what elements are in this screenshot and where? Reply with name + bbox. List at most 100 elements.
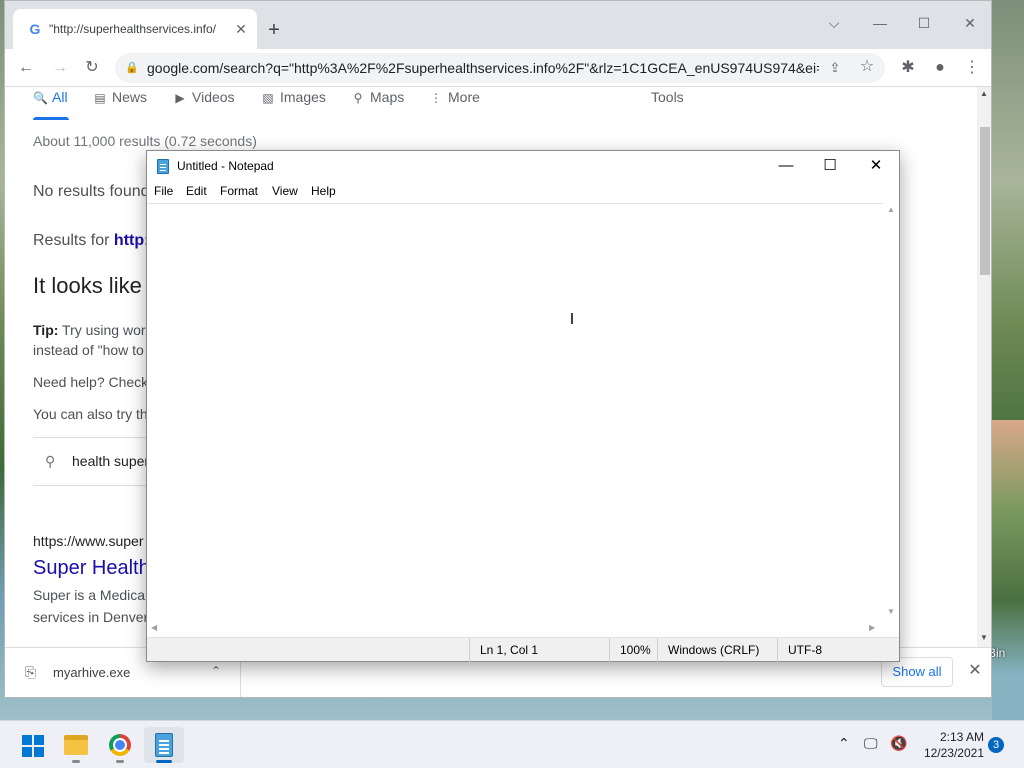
tab-close-icon[interactable]: ✕ — [231, 19, 251, 39]
tab-search-icon[interactable]: ⌵ — [819, 11, 849, 35]
lock-icon[interactable]: 🔒 — [125, 60, 139, 76]
chevron-up-icon[interactable]: ⌃ — [838, 735, 850, 752]
clock-date: 12/23/2021 — [923, 746, 984, 760]
results-for-link[interactable]: http: — [114, 232, 150, 249]
share-icon[interactable]: ⇪ — [825, 58, 845, 78]
browser-toolbar: ← → ↻ 🔒 google.com/search?q="http%3A%2F%… — [5, 49, 991, 87]
notepad-minimize-button[interactable]: — — [763, 153, 809, 179]
google-favicon-icon: G — [29, 21, 41, 37]
scroll-thumb[interactable] — [980, 127, 990, 275]
start-button[interactable] — [12, 727, 52, 763]
notepad-maximize-button[interactable]: ☐ — [807, 153, 853, 179]
scroll-left-arrow-icon[interactable]: ◀ — [151, 623, 157, 632]
scroll-up-arrow-icon[interactable]: ▲ — [887, 205, 895, 214]
tab-strip: G "http://superhealthservices.info/ ✕ + … — [5, 1, 991, 49]
no-results-text: No results found — [33, 183, 150, 200]
notepad-icon — [155, 733, 173, 757]
tools-button[interactable]: Tools — [651, 89, 684, 105]
tab-videos-label: Videos — [192, 89, 235, 105]
download-file-name: myarhive.exe — [53, 665, 131, 680]
taskbar-file-explorer[interactable] — [56, 727, 96, 763]
tab-all-label: All — [52, 89, 68, 105]
forward-button[interactable]: → — [47, 56, 73, 80]
results-for-line: Results for http: — [33, 232, 149, 250]
tab-more-label: More — [448, 89, 480, 105]
back-button[interactable]: ← — [13, 56, 39, 80]
notification-badge[interactable]: 3 — [988, 737, 1004, 753]
tip-label: Tip: — [33, 322, 59, 338]
menu-help[interactable]: Help — [311, 184, 336, 198]
close-download-shelf-icon[interactable]: ✕ — [965, 661, 985, 681]
video-icon: ▶ — [175, 91, 185, 105]
tip-text: Try using word — [58, 322, 154, 338]
wallpaper-landscape — [992, 420, 1024, 720]
profile-avatar-icon[interactable]: ● — [927, 56, 953, 80]
it-looks-like-heading: It looks like — [33, 273, 142, 298]
menu-format[interactable]: Format — [220, 184, 258, 198]
running-indicator — [156, 760, 172, 763]
browser-tab[interactable]: G "http://superhealthservices.info/ ✕ — [13, 9, 257, 49]
notepad-horizontal-scrollbar[interactable]: ◀ ▶ — [147, 621, 883, 637]
results-for-prefix: Results for — [33, 232, 114, 249]
new-tab-button[interactable]: + — [263, 19, 285, 41]
clock-time: 2:13 AM — [939, 730, 984, 744]
more-icon: ⋮ — [430, 91, 442, 105]
scroll-down-arrow-icon[interactable]: ▼ — [887, 607, 895, 616]
extensions-icon[interactable]: ✱ — [895, 56, 921, 80]
tab-news[interactable]: ▤ News — [93, 89, 147, 115]
tab-images-label: Images — [280, 89, 326, 105]
map-pin-icon: ⚲ — [353, 91, 363, 105]
taskbar-notepad[interactable] — [144, 727, 184, 763]
menu-file[interactable]: File — [154, 184, 173, 198]
result-stats: About 11,000 results (0.72 seconds) — [33, 133, 257, 149]
menu-edit[interactable]: Edit — [186, 184, 207, 198]
notepad-menubar: File Edit Format View Help — [147, 181, 899, 203]
also-try-text: You can also try th — [33, 406, 148, 422]
address-bar[interactable]: 🔒 google.com/search?q="http%3A%2F%2Fsupe… — [115, 53, 885, 83]
network-icon[interactable]: 🖵 — [864, 735, 878, 752]
scroll-right-arrow-icon[interactable]: ▶ — [869, 623, 875, 632]
zoom-level: 100% — [609, 638, 659, 662]
tab-more[interactable]: ⋮ More — [429, 89, 480, 115]
page-scrollbar[interactable]: ▲ ▼ — [977, 87, 991, 647]
result-snippet: services in Denver — [33, 609, 149, 625]
notepad-text-area[interactable] — [147, 203, 883, 621]
chevron-up-icon[interactable]: ⌃ — [211, 664, 221, 678]
minimize-button[interactable]: — — [865, 11, 895, 35]
tab-images[interactable]: ▧ Images — [261, 89, 326, 115]
scroll-down-arrow-icon[interactable]: ▼ — [980, 633, 988, 642]
scroll-up-arrow-icon[interactable]: ▲ — [980, 89, 988, 98]
text-cursor-ibeam-icon: I — [569, 311, 575, 328]
tab-title: "http://superhealthservices.info/ — [49, 22, 217, 36]
chrome-menu-icon[interactable]: ⋮ — [959, 56, 985, 80]
image-icon: ▧ — [262, 91, 274, 105]
chrome-icon — [109, 734, 131, 756]
reload-button[interactable]: ↻ — [79, 56, 105, 80]
folder-icon — [64, 735, 88, 755]
search-icon: ⚲ — [45, 453, 56, 469]
tip-line: Tip: Try using word — [33, 322, 153, 338]
notepad-titlebar[interactable]: Untitled - Notepad — ☐ ✕ — [147, 151, 899, 181]
result-title-link[interactable]: Super Health — [33, 557, 150, 580]
taskbar-chrome[interactable] — [100, 727, 140, 763]
menu-view[interactable]: View — [272, 184, 298, 198]
maximize-button[interactable]: ☐ — [909, 11, 939, 35]
notepad-close-button[interactable]: ✕ — [853, 153, 899, 179]
tab-news-label: News — [112, 89, 148, 105]
tab-all[interactable]: 🔍 All — [33, 89, 68, 115]
result-url[interactable]: https://www.super — [33, 533, 144, 549]
line-endings: Windows (CRLF) — [657, 638, 777, 662]
tab-videos[interactable]: ▶ Videos — [173, 89, 235, 115]
suggestion-text: health super — [72, 453, 150, 469]
windows-start-icon — [22, 735, 44, 757]
taskbar-clock[interactable]: 2:13 AM 12/23/2021 — [914, 729, 984, 761]
notepad-vertical-scrollbar[interactable]: ▲ ▼ — [883, 203, 899, 621]
notepad-title: Untitled - Notepad — [177, 159, 274, 173]
bookmark-star-icon[interactable]: ☆ — [857, 57, 877, 77]
url-text[interactable]: google.com/search?q="http%3A%2F%2Fsuperh… — [147, 60, 819, 76]
close-window-button[interactable]: ✕ — [955, 11, 985, 35]
tab-maps-label: Maps — [370, 89, 405, 105]
volume-muted-icon[interactable]: 🔇 — [890, 735, 907, 752]
tab-maps[interactable]: ⚲ Maps — [351, 89, 405, 115]
search-icon: 🔍 — [33, 91, 48, 105]
